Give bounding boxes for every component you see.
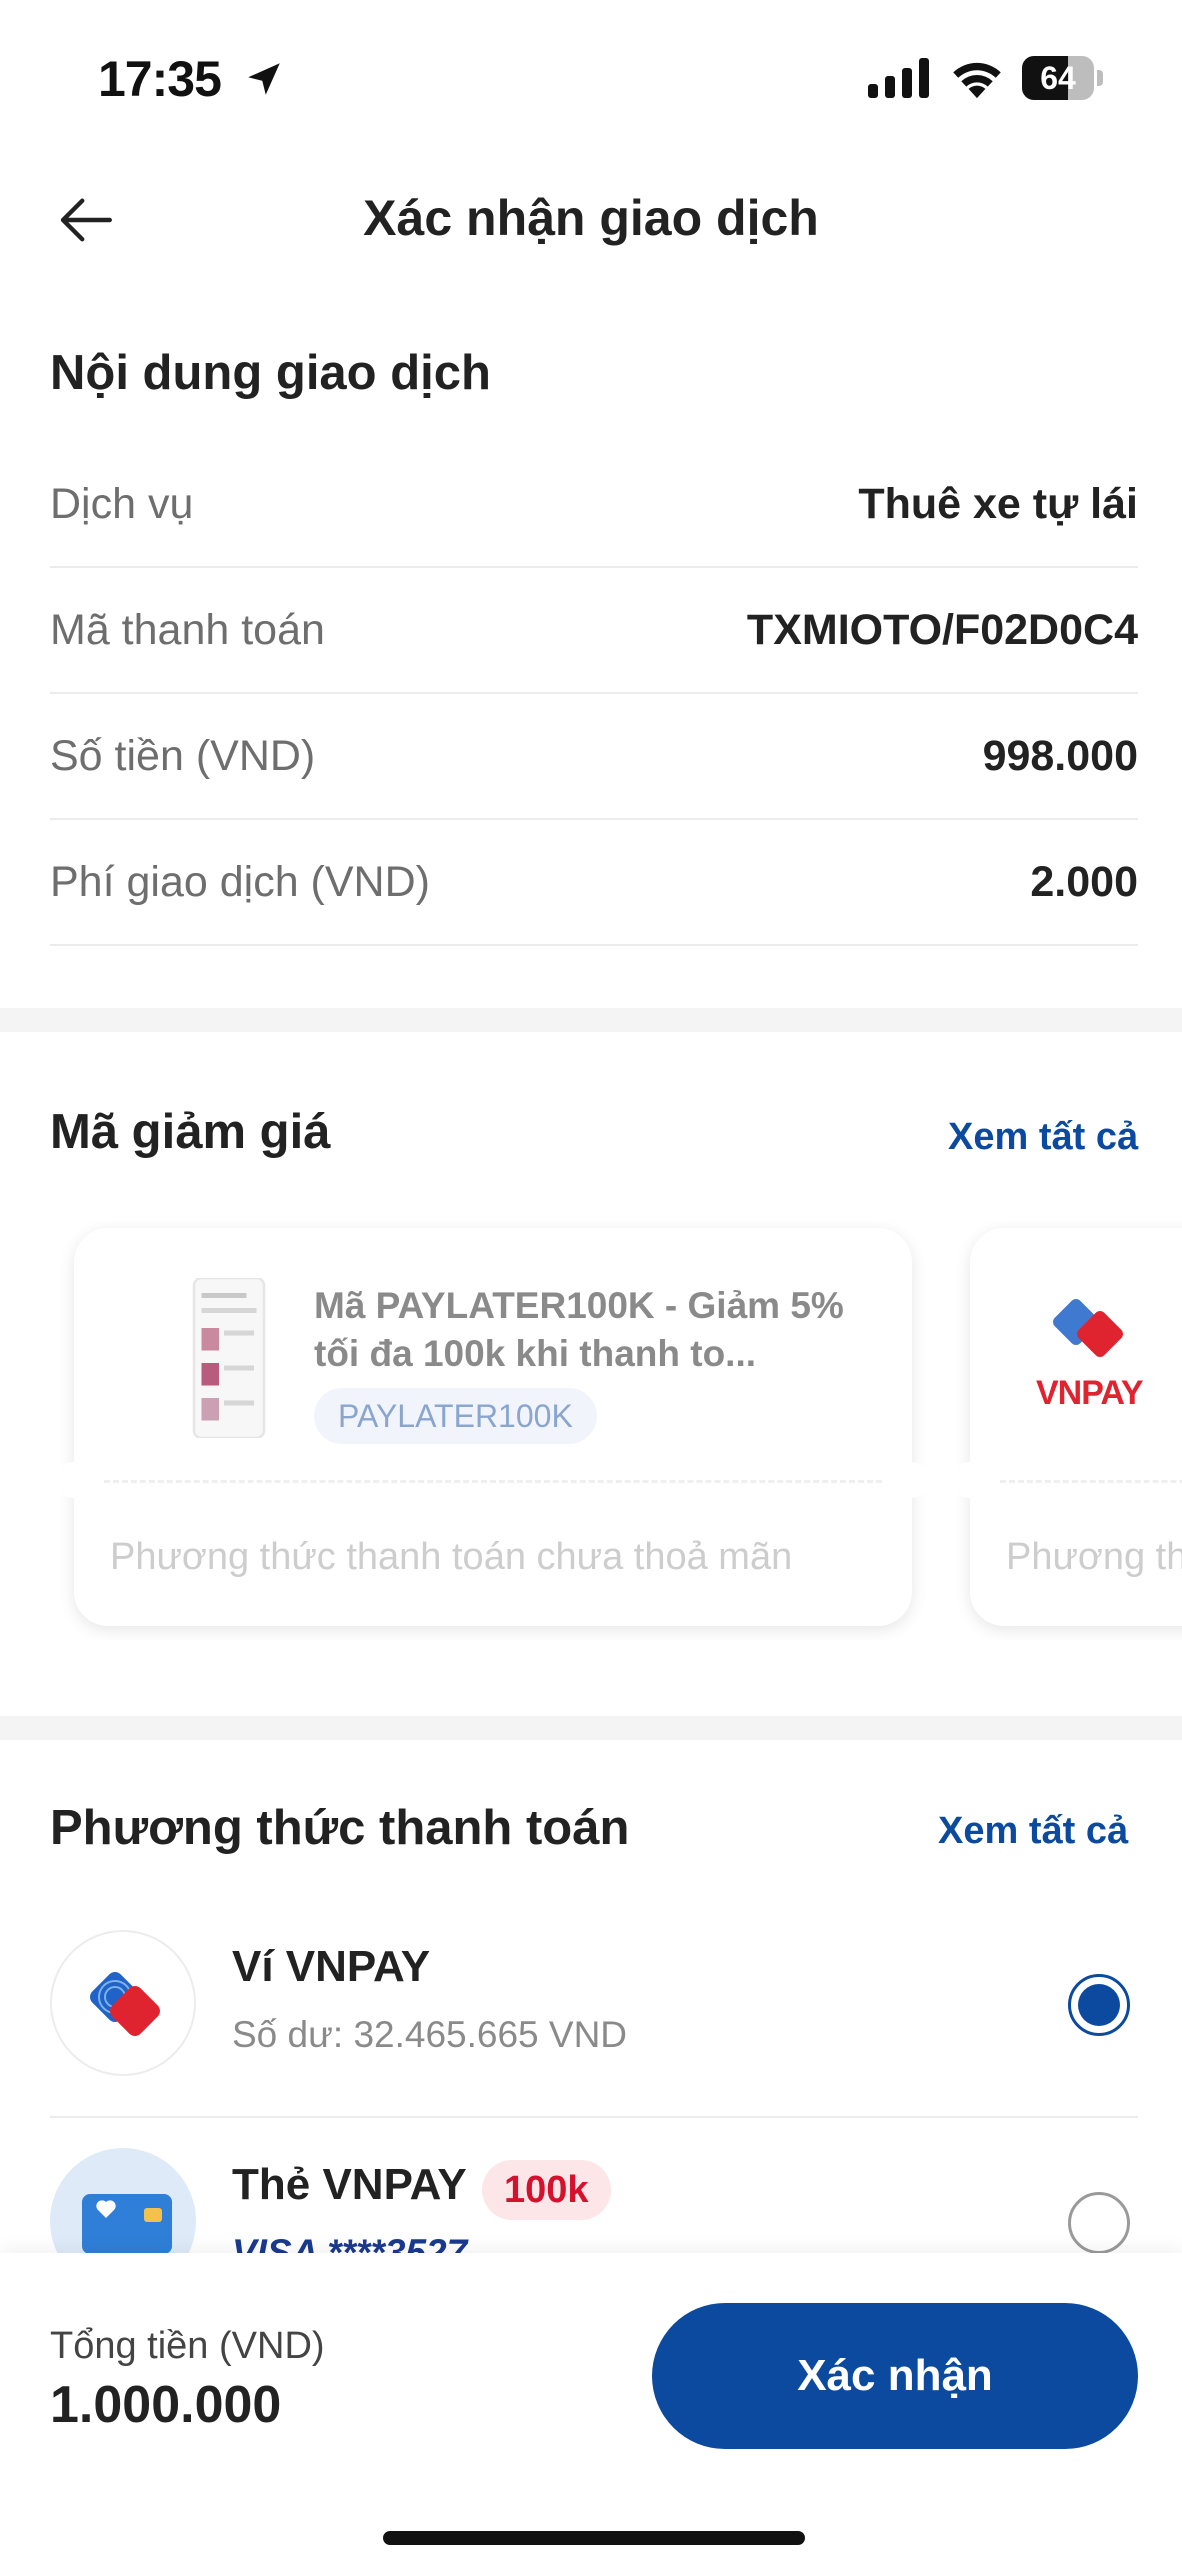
promo-badge: 100k [482, 2160, 611, 2220]
payment-method-wallet[interactable]: Ví VNPAY Số dư: 32.465.665 VND [50, 1900, 1138, 2118]
payment-method-balance: Số dư: 32.465.665 VND [232, 2014, 628, 2055]
info-row-payment-code: Mã thanh toán TXMIOTO/F02D0C4 [50, 568, 1138, 694]
payment-method-name: Thẻ VNPAY [232, 2160, 467, 2209]
info-label: Số tiền (VND) [50, 732, 316, 780]
section-divider [0, 1008, 1182, 1032]
voucher-dashed-divider [104, 1480, 882, 1483]
info-value: 2.000 [1030, 858, 1138, 906]
info-label: Mã thanh toán [50, 606, 325, 654]
location-arrow-icon [248, 63, 280, 95]
info-value: 998.000 [982, 732, 1138, 780]
voucher-code-badge: PAYLATER100K [314, 1388, 597, 1444]
voucher-title: Mã PAYLATER100K - Giảm 5% tối đa 100k kh… [314, 1285, 844, 1374]
status-time: 17:35 [98, 51, 222, 107]
info-label: Dịch vụ [50, 480, 194, 528]
info-value: TXMIOTO/F02D0C4 [746, 606, 1138, 654]
voucher-card[interactable]: VNPAY Phương th [952, 1228, 1182, 1626]
info-row-service: Dịch vụ Thuê xe tự lái [50, 442, 1138, 568]
discount-see-all-link[interactable]: Xem tất cả [948, 1116, 1138, 1159]
voucher-dashed-divider [1000, 1480, 1182, 1483]
info-row-amount: Số tiền (VND) 998.000 [50, 694, 1138, 820]
status-bar: 17:35 64 [0, 0, 1182, 160]
payment-section-title: Phương thức thanh toán [50, 1801, 630, 1855]
home-indicator [383, 2531, 805, 2545]
header: Xác nhận giao dịch [0, 165, 1182, 285]
info-value: Thuê xe tự lái [858, 480, 1138, 528]
payment-method-radio[interactable] [1068, 2192, 1130, 2254]
vnpay-wallet-logo [50, 1930, 196, 2076]
battery-indicator: 64 [1022, 56, 1104, 100]
voucher-notch [952, 1462, 988, 1498]
wifi-icon [953, 62, 1001, 99]
voucher-note: Phương th [1006, 1536, 1182, 1578]
total-value: 1.000.000 [50, 2376, 282, 2434]
bottom-bar: Tổng tiền (VND) 1.000.000 Xác nhận [0, 2253, 1182, 2560]
payment-see-all-link[interactable]: Xem tất cả [938, 1810, 1128, 1853]
page-title: Xác nhận giao dịch [363, 190, 819, 246]
voucher-thumbnail-icon [192, 1278, 266, 1438]
voucher-card[interactable]: Mã PAYLATER100K - Giảm 5% tối đa 100k kh… [56, 1228, 930, 1626]
payment-method-radio[interactable] [1068, 1974, 1130, 2036]
voucher-carousel[interactable]: Mã PAYLATER100K - Giảm 5% tối đa 100k kh… [0, 1220, 1182, 1640]
section-divider [0, 1716, 1182, 1740]
voucher-notch [894, 1462, 930, 1498]
battery-level: 64 [1040, 60, 1076, 96]
payment-method-name: Ví VNPAY [232, 1942, 431, 1991]
info-row-fee: Phí giao dịch (VND) 2.000 [50, 820, 1138, 946]
vnpay-logo-icon [1053, 1299, 1123, 1357]
voucher-note: Phương thức thanh toán chưa thoả mãn [110, 1536, 793, 1578]
total-label: Tổng tiền (VND) [50, 2325, 325, 2367]
cellular-signal-icon [868, 58, 929, 98]
discount-section-title: Mã giảm giá [50, 1105, 331, 1159]
transaction-section-title: Nội dung giao dịch [50, 346, 491, 400]
info-label: Phí giao dịch (VND) [50, 858, 430, 906]
confirm-button[interactable]: Xác nhận [652, 2303, 1138, 2449]
voucher-notch [56, 1462, 92, 1498]
vnpay-logo-icon [90, 1972, 160, 2036]
vnpay-logo-text: VNPAY [1036, 1374, 1143, 1412]
